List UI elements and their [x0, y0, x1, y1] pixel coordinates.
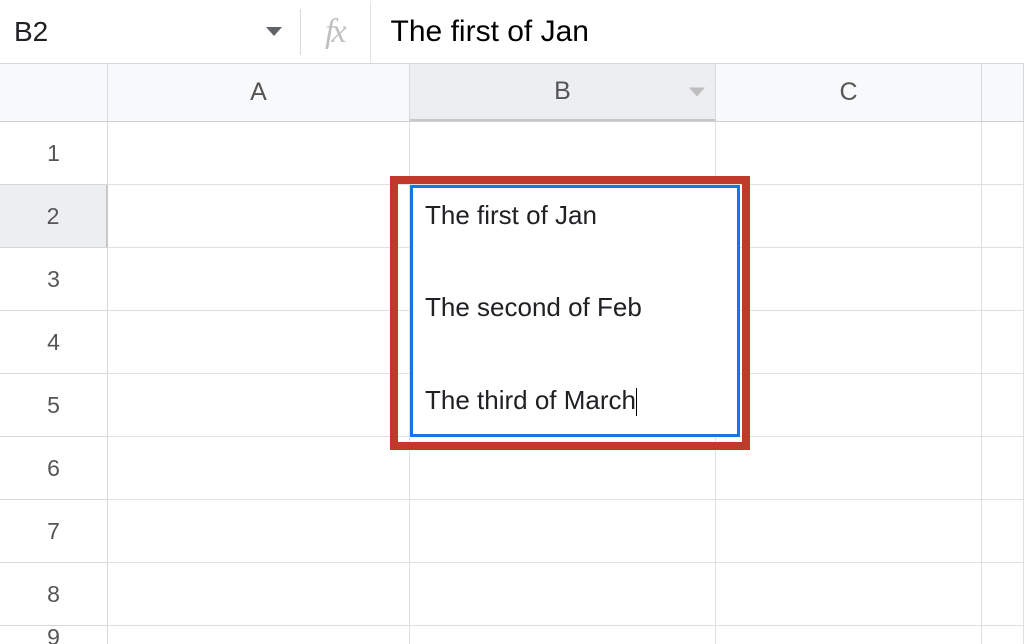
column-header-A[interactable]: A	[108, 64, 410, 121]
column-header-B[interactable]: B	[410, 64, 716, 121]
cell-A8[interactable]	[108, 563, 410, 626]
cell-A2[interactable]	[108, 185, 410, 248]
chevron-down-icon	[266, 27, 282, 36]
cell-A9[interactable]	[108, 626, 410, 644]
cell-D1[interactable]	[982, 122, 1024, 185]
cell-D8[interactable]	[982, 563, 1024, 626]
cell-D3[interactable]	[982, 248, 1024, 311]
cell-B1[interactable]	[410, 122, 716, 185]
row-header-3[interactable]: 3	[0, 248, 108, 311]
row-header-8[interactable]: 8	[0, 563, 108, 626]
cell-editor[interactable]: The first of Jan The second of Feb The t…	[410, 185, 740, 437]
formula-input[interactable]	[371, 0, 1024, 63]
column-header-dropdown[interactable]	[689, 87, 705, 96]
editor-line-2: The second of Feb	[425, 294, 731, 320]
cell-C7[interactable]	[716, 500, 982, 563]
row-header-7[interactable]: 7	[0, 500, 108, 563]
row-7	[108, 500, 1024, 563]
fx-icon: fx	[301, 13, 370, 51]
cell-D7[interactable]	[982, 500, 1024, 563]
column-header-extra[interactable]	[982, 64, 1024, 121]
cell-B8[interactable]	[410, 563, 716, 626]
cell-D4[interactable]	[982, 311, 1024, 374]
cell-A4[interactable]	[108, 311, 410, 374]
cell-B6[interactable]	[410, 437, 716, 500]
name-box[interactable]: B2	[10, 16, 48, 48]
cell-C3[interactable]	[716, 248, 982, 311]
editor-line-3-text: The third of March	[425, 385, 636, 415]
select-all-corner[interactable]	[0, 64, 108, 122]
text-cursor-icon	[636, 388, 637, 416]
row-header-6[interactable]: 6	[0, 437, 108, 500]
row-header-9[interactable]: 9	[0, 626, 108, 644]
cell-C8[interactable]	[716, 563, 982, 626]
row-header-5[interactable]: 5	[0, 374, 108, 437]
cell-A7[interactable]	[108, 500, 410, 563]
grid-body: A B C	[108, 64, 1024, 644]
cell-B7[interactable]	[410, 500, 716, 563]
cell-A1[interactable]	[108, 122, 410, 185]
editor-line-3: The third of March	[425, 387, 731, 416]
name-box-dropdown[interactable]	[266, 27, 300, 36]
cell-C2[interactable]	[716, 185, 982, 248]
row-header-2[interactable]: 2	[0, 185, 108, 248]
cell-B9[interactable]	[410, 626, 716, 644]
cell-D9[interactable]	[982, 626, 1024, 644]
column-header-label: B	[554, 77, 571, 106]
row-9	[108, 626, 1024, 644]
formula-bar: B2 fx	[0, 0, 1024, 64]
column-header-C[interactable]: C	[716, 64, 982, 121]
name-box-wrap: B2	[10, 0, 300, 63]
cell-D6[interactable]	[982, 437, 1024, 500]
cell-D5[interactable]	[982, 374, 1024, 437]
row-8	[108, 563, 1024, 626]
row-header-1[interactable]: 1	[0, 122, 108, 185]
cell-C9[interactable]	[716, 626, 982, 644]
cell-C6[interactable]	[716, 437, 982, 500]
cell-A6[interactable]	[108, 437, 410, 500]
row-header-4[interactable]: 4	[0, 311, 108, 374]
cell-D2[interactable]	[982, 185, 1024, 248]
row-headers: 1 2 3 4 5 6 7 8 9	[0, 64, 108, 644]
cell-A5[interactable]	[108, 374, 410, 437]
row-6	[108, 437, 1024, 500]
spreadsheet-grid: 1 2 3 4 5 6 7 8 9 A B C	[0, 64, 1024, 644]
chevron-down-icon	[689, 87, 705, 96]
cell-C5[interactable]	[716, 374, 982, 437]
row-1	[108, 122, 1024, 185]
cell-C4[interactable]	[716, 311, 982, 374]
column-headers: A B C	[108, 64, 1024, 122]
cell-A3[interactable]	[108, 248, 410, 311]
editor-line-1: The first of Jan	[425, 202, 731, 228]
cell-C1[interactable]	[716, 122, 982, 185]
